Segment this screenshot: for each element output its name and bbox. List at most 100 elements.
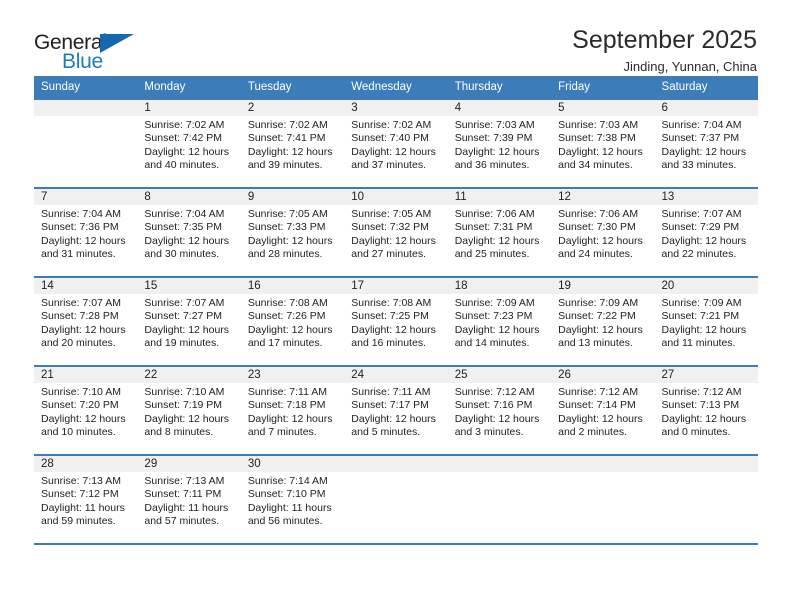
daylight-text-line2: and 36 minutes. [454,159,530,172]
calendar-week-row: 14 Sunrise: 7:07 AM Sunset: 7:28 PM Dayl… [34,276,758,366]
day-cell[interactable]: 28 Sunrise: 7:13 AM Sunset: 7:12 PM Dayl… [34,454,138,545]
sunset-text: Sunset: 7:32 PM [351,221,429,234]
day-cell[interactable]: 3 Sunrise: 7:02 AM Sunset: 7:40 PM Dayli… [344,98,448,188]
day-number: 22 [137,367,241,383]
sunset-text: Sunset: 7:19 PM [144,399,223,412]
day-cell[interactable]: 1 Sunrise: 7:02 AM Sunset: 7:42 PM Dayli… [137,98,241,188]
day-details: Sunrise: 7:04 AM Sunset: 7:35 PM Dayligh… [137,205,240,262]
daylight-text-line2: and 20 minutes. [41,337,116,350]
day-details: Sunrise: 7:13 AM Sunset: 7:12 PM Dayligh… [34,472,137,529]
day-number: 14 [34,278,138,294]
sunrise-text: Sunrise: 7:13 AM [144,475,225,487]
calendar-body: 1 Sunrise: 7:02 AM Sunset: 7:42 PM Dayli… [34,98,758,545]
day-cell[interactable]: 6 Sunrise: 7:04 AM Sunset: 7:37 PM Dayli… [654,98,758,188]
daylight-text-line2: and 34 minutes. [558,159,633,172]
day-cell[interactable]: 23 Sunrise: 7:11 AM Sunset: 7:18 PM Dayl… [240,365,345,455]
calendar-week-row: 21 Sunrise: 7:10 AM Sunset: 7:20 PM Dayl… [34,365,758,455]
sunrise-text: Sunrise: 7:06 AM [558,208,639,220]
day-cell[interactable]: 18 Sunrise: 7:09 AM Sunset: 7:23 PM Dayl… [447,276,552,366]
calendar-table: Sunday Monday Tuesday Wednesday Thursday… [34,76,758,545]
day-cell[interactable]: 16 Sunrise: 7:08 AM Sunset: 7:26 PM Dayl… [240,276,345,366]
day-cell[interactable]: 14 Sunrise: 7:07 AM Sunset: 7:28 PM Dayl… [34,276,138,366]
sunset-text: Sunset: 7:30 PM [558,221,636,234]
sunset-text: Sunset: 7:26 PM [247,310,326,323]
day-cell[interactable]: 19 Sunrise: 7:09 AM Sunset: 7:22 PM Dayl… [551,276,655,366]
weekday-header-friday: Friday [551,76,655,99]
day-cell[interactable] [34,98,138,188]
day-number: 17 [344,278,448,294]
day-cell[interactable] [447,454,552,545]
daylight-text-line2: and 56 minutes. [247,515,323,528]
weekday-header-sunday: Sunday [34,76,138,99]
day-cell[interactable] [551,454,655,545]
sunrise-text: Sunrise: 7:07 AM [661,208,742,220]
day-cell[interactable]: 15 Sunrise: 7:07 AM Sunset: 7:27 PM Dayl… [137,276,241,366]
sunset-text: Sunset: 7:21 PM [661,310,740,323]
daylight-text-line1: Daylight: 12 hours [41,323,126,336]
daylight-text-line2: and 22 minutes. [661,248,737,261]
day-number: 9 [240,189,345,205]
sunrise-text: Sunrise: 7:04 AM [661,119,742,131]
day-cell[interactable]: 30 Sunrise: 7:14 AM Sunset: 7:10 PM Dayl… [240,454,345,545]
day-number [654,456,758,472]
day-cell[interactable]: 9 Sunrise: 7:05 AM Sunset: 7:33 PM Dayli… [240,187,345,277]
daylight-text-line1: Daylight: 12 hours [41,412,126,425]
day-cell[interactable] [344,454,448,545]
day-cell[interactable]: 17 Sunrise: 7:08 AM Sunset: 7:25 PM Dayl… [344,276,448,366]
day-cell[interactable]: 20 Sunrise: 7:09 AM Sunset: 7:21 PM Dayl… [654,276,758,366]
page-subtitle: Jinding, Yunnan, China [623,58,757,74]
day-number: 23 [240,367,345,383]
weekday-header-monday: Monday [137,76,241,99]
day-cell[interactable]: 8 Sunrise: 7:04 AM Sunset: 7:35 PM Dayli… [137,187,241,277]
day-details: Sunrise: 7:06 AM Sunset: 7:31 PM Dayligh… [448,205,551,262]
day-cell[interactable]: 22 Sunrise: 7:10 AM Sunset: 7:19 PM Dayl… [137,365,241,455]
calendar-week-row: 7 Sunrise: 7:04 AM Sunset: 7:36 PM Dayli… [34,187,758,277]
day-cell[interactable] [654,454,758,545]
daylight-text-line1: Daylight: 12 hours [661,145,747,158]
daylight-text-line1: Daylight: 12 hours [351,323,436,336]
day-details: Sunrise: 7:07 AM Sunset: 7:28 PM Dayligh… [34,294,137,351]
day-number: 24 [344,367,448,383]
daylight-text-line2: and 16 minutes. [351,337,426,350]
daylight-text-line1: Daylight: 12 hours [144,412,230,425]
day-cell[interactable]: 12 Sunrise: 7:06 AM Sunset: 7:30 PM Dayl… [551,187,655,277]
day-cell[interactable]: 7 Sunrise: 7:04 AM Sunset: 7:36 PM Dayli… [34,187,138,277]
day-cell[interactable]: 25 Sunrise: 7:12 AM Sunset: 7:16 PM Dayl… [447,365,552,455]
day-details: Sunrise: 7:12 AM Sunset: 7:16 PM Dayligh… [448,383,551,440]
day-number: 27 [654,367,758,383]
day-cell[interactable]: 11 Sunrise: 7:06 AM Sunset: 7:31 PM Dayl… [447,187,552,277]
calendar-header-row: Sunday Monday Tuesday Wednesday Thursday… [34,76,758,99]
day-cell[interactable]: 29 Sunrise: 7:13 AM Sunset: 7:11 PM Dayl… [137,454,241,545]
day-details [344,472,447,475]
day-number: 10 [344,189,448,205]
day-cell[interactable]: 24 Sunrise: 7:11 AM Sunset: 7:17 PM Dayl… [344,365,448,455]
day-details: Sunrise: 7:07 AM Sunset: 7:27 PM Dayligh… [137,294,240,351]
day-cell[interactable]: 2 Sunrise: 7:02 AM Sunset: 7:41 PM Dayli… [240,98,345,188]
sunrise-text: Sunrise: 7:11 AM [351,386,431,398]
day-details: Sunrise: 7:09 AM Sunset: 7:22 PM Dayligh… [551,294,654,351]
day-cell[interactable]: 13 Sunrise: 7:07 AM Sunset: 7:29 PM Dayl… [654,187,758,277]
day-details: Sunrise: 7:02 AM Sunset: 7:40 PM Dayligh… [344,116,447,173]
day-cell[interactable]: 5 Sunrise: 7:03 AM Sunset: 7:38 PM Dayli… [551,98,655,188]
day-cell[interactable]: 21 Sunrise: 7:10 AM Sunset: 7:20 PM Dayl… [34,365,138,455]
day-cell[interactable]: 26 Sunrise: 7:12 AM Sunset: 7:14 PM Dayl… [551,365,655,455]
generalblue-logo[interactable]: General Blue [34,26,144,78]
sunset-text: Sunset: 7:37 PM [661,132,740,145]
daylight-text-line1: Daylight: 12 hours [247,234,333,247]
sunrise-text: Sunrise: 7:07 AM [144,297,225,309]
day-cell[interactable]: 10 Sunrise: 7:05 AM Sunset: 7:32 PM Dayl… [344,187,448,277]
day-number [551,456,655,472]
daylight-text-line2: and 40 minutes. [144,159,220,172]
day-number: 21 [34,367,138,383]
sunrise-text: Sunrise: 7:02 AM [351,119,432,131]
sunrise-text: Sunrise: 7:13 AM [41,475,121,487]
day-cell[interactable]: 27 Sunrise: 7:12 AM Sunset: 7:13 PM Dayl… [654,365,758,455]
daylight-text-line1: Daylight: 12 hours [351,234,436,247]
weekday-header-tuesday: Tuesday [240,76,345,99]
day-details: Sunrise: 7:09 AM Sunset: 7:21 PM Dayligh… [655,294,758,351]
day-number: 28 [34,456,138,472]
daylight-text-line1: Daylight: 12 hours [41,234,126,247]
weekday-header-saturday: Saturday [654,76,758,99]
day-cell[interactable]: 4 Sunrise: 7:03 AM Sunset: 7:39 PM Dayli… [447,98,552,188]
logo-text-blue: Blue [62,50,103,73]
